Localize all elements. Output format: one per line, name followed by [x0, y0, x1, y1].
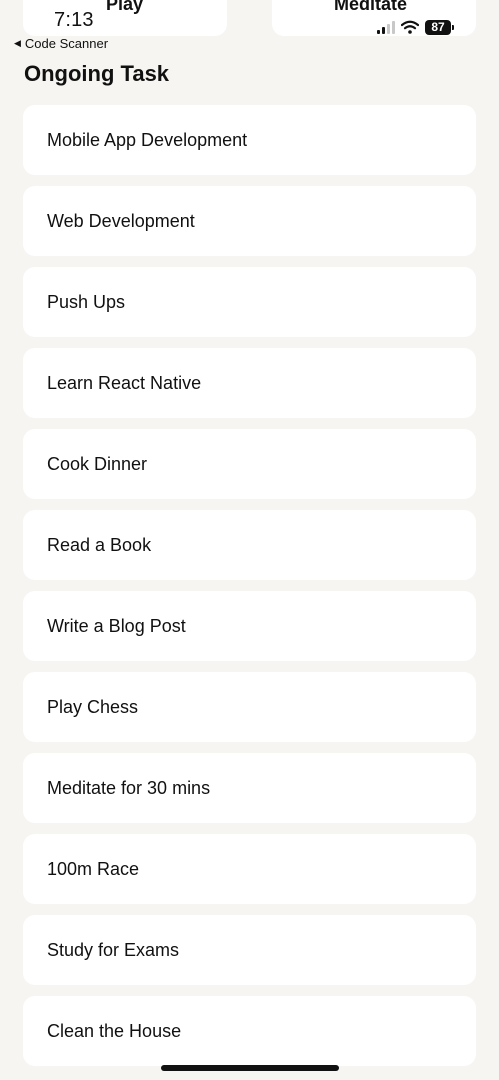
status-time: 7:13	[54, 9, 94, 31]
task-item[interactable]: Mobile App Development	[23, 105, 476, 175]
task-item[interactable]: Write a Blog Post	[23, 591, 476, 661]
back-link[interactable]: ◀ Code Scanner	[14, 36, 108, 51]
cellular-signal-icon	[377, 20, 395, 34]
task-item[interactable]: Push Ups	[23, 267, 476, 337]
battery-level: 87	[425, 19, 451, 35]
task-item[interactable]: Clean the House	[23, 996, 476, 1066]
task-item[interactable]: Web Development	[23, 186, 476, 256]
back-link-label: Code Scanner	[24, 36, 109, 51]
task-list: Mobile App Development Web Development P…	[23, 105, 476, 1077]
home-indicator	[161, 1065, 339, 1071]
top-tab-meditate-label: Meditate	[334, 0, 408, 14]
status-indicators: 87	[377, 18, 454, 36]
task-item[interactable]: Play Chess	[23, 672, 476, 742]
task-item[interactable]: Learn React Native	[23, 348, 476, 418]
task-item[interactable]: 100m Race	[23, 834, 476, 904]
wifi-icon	[401, 20, 419, 34]
task-item[interactable]: Meditate for 30 mins	[23, 753, 476, 823]
back-arrow-icon: ◀	[14, 38, 21, 48]
page-title: Ongoing Task	[24, 61, 170, 86]
task-item[interactable]: Study for Exams	[23, 915, 476, 985]
top-tab-play-label: Play	[106, 0, 144, 14]
task-item[interactable]: Cook Dinner	[23, 429, 476, 499]
battery-icon: 87	[425, 19, 454, 35]
task-item[interactable]: Read a Book	[23, 510, 476, 580]
